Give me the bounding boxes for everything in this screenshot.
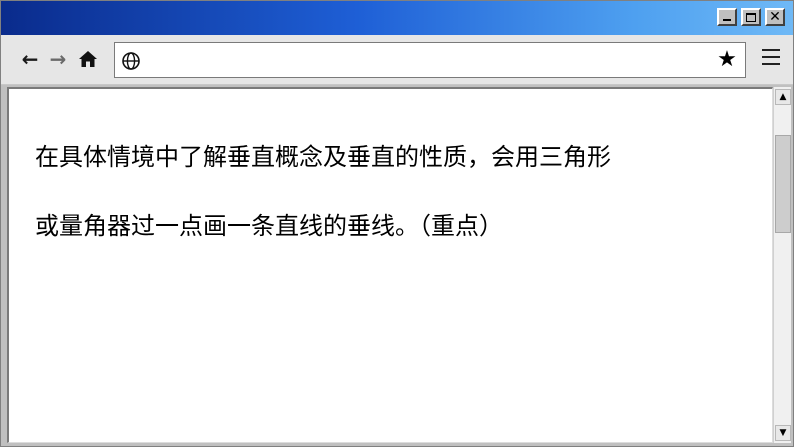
url-input[interactable] bbox=[147, 49, 707, 73]
close-icon: ✕ bbox=[769, 9, 781, 25]
forward-button[interactable]: → bbox=[47, 48, 69, 70]
back-button[interactable]: ← bbox=[19, 48, 41, 70]
title-bar[interactable]: ✕ bbox=[1, 1, 793, 35]
browser-window: ✕ ← → ★ 在具体情境中了解垂直概念及垂直的性质，会用三角形 或量角器过一点… bbox=[0, 0, 794, 447]
hamburger-line-icon bbox=[762, 63, 780, 65]
forward-arrow-icon: → bbox=[49, 47, 67, 71]
bookmark-star-icon[interactable]: ★ bbox=[715, 48, 739, 72]
home-icon bbox=[79, 51, 97, 67]
address-bar[interactable]: ★ bbox=[114, 42, 746, 78]
vertical-scrollbar[interactable]: ▲ ▼ bbox=[773, 87, 791, 443]
scroll-up-arrow-icon: ▲ bbox=[779, 92, 787, 102]
minimize-icon bbox=[723, 19, 731, 21]
scroll-down-arrow-icon: ▼ bbox=[779, 428, 787, 438]
page-content: 在具体情境中了解垂直概念及垂直的性质，会用三角形 或量角器过一点画一条直线的垂线… bbox=[35, 123, 765, 261]
page-viewport[interactable]: 在具体情境中了解垂直概念及垂直的性质，会用三角形 或量角器过一点画一条直线的垂线… bbox=[7, 87, 773, 443]
window-controls: ✕ bbox=[717, 8, 785, 26]
globe-icon bbox=[122, 52, 140, 70]
scroll-down-button[interactable]: ▼ bbox=[775, 425, 791, 441]
home-button[interactable] bbox=[77, 48, 99, 70]
maximize-icon bbox=[746, 12, 756, 22]
minimize-button[interactable] bbox=[717, 8, 737, 26]
hamburger-line-icon bbox=[762, 56, 780, 58]
back-arrow-icon: ← bbox=[21, 47, 39, 71]
close-button[interactable]: ✕ bbox=[765, 8, 785, 26]
scroll-thumb[interactable] bbox=[775, 135, 791, 233]
content-line-1: 在具体情境中了解垂直概念及垂直的性质，会用三角形 bbox=[35, 143, 611, 171]
maximize-button[interactable] bbox=[741, 8, 761, 26]
browser-toolbar: ← → ★ bbox=[1, 35, 793, 85]
menu-button[interactable] bbox=[761, 49, 781, 69]
content-line-2: 或量角器过一点画一条直线的垂线。（重点） bbox=[35, 212, 503, 240]
scroll-up-button[interactable]: ▲ bbox=[775, 89, 791, 105]
hamburger-line-icon bbox=[762, 49, 780, 51]
